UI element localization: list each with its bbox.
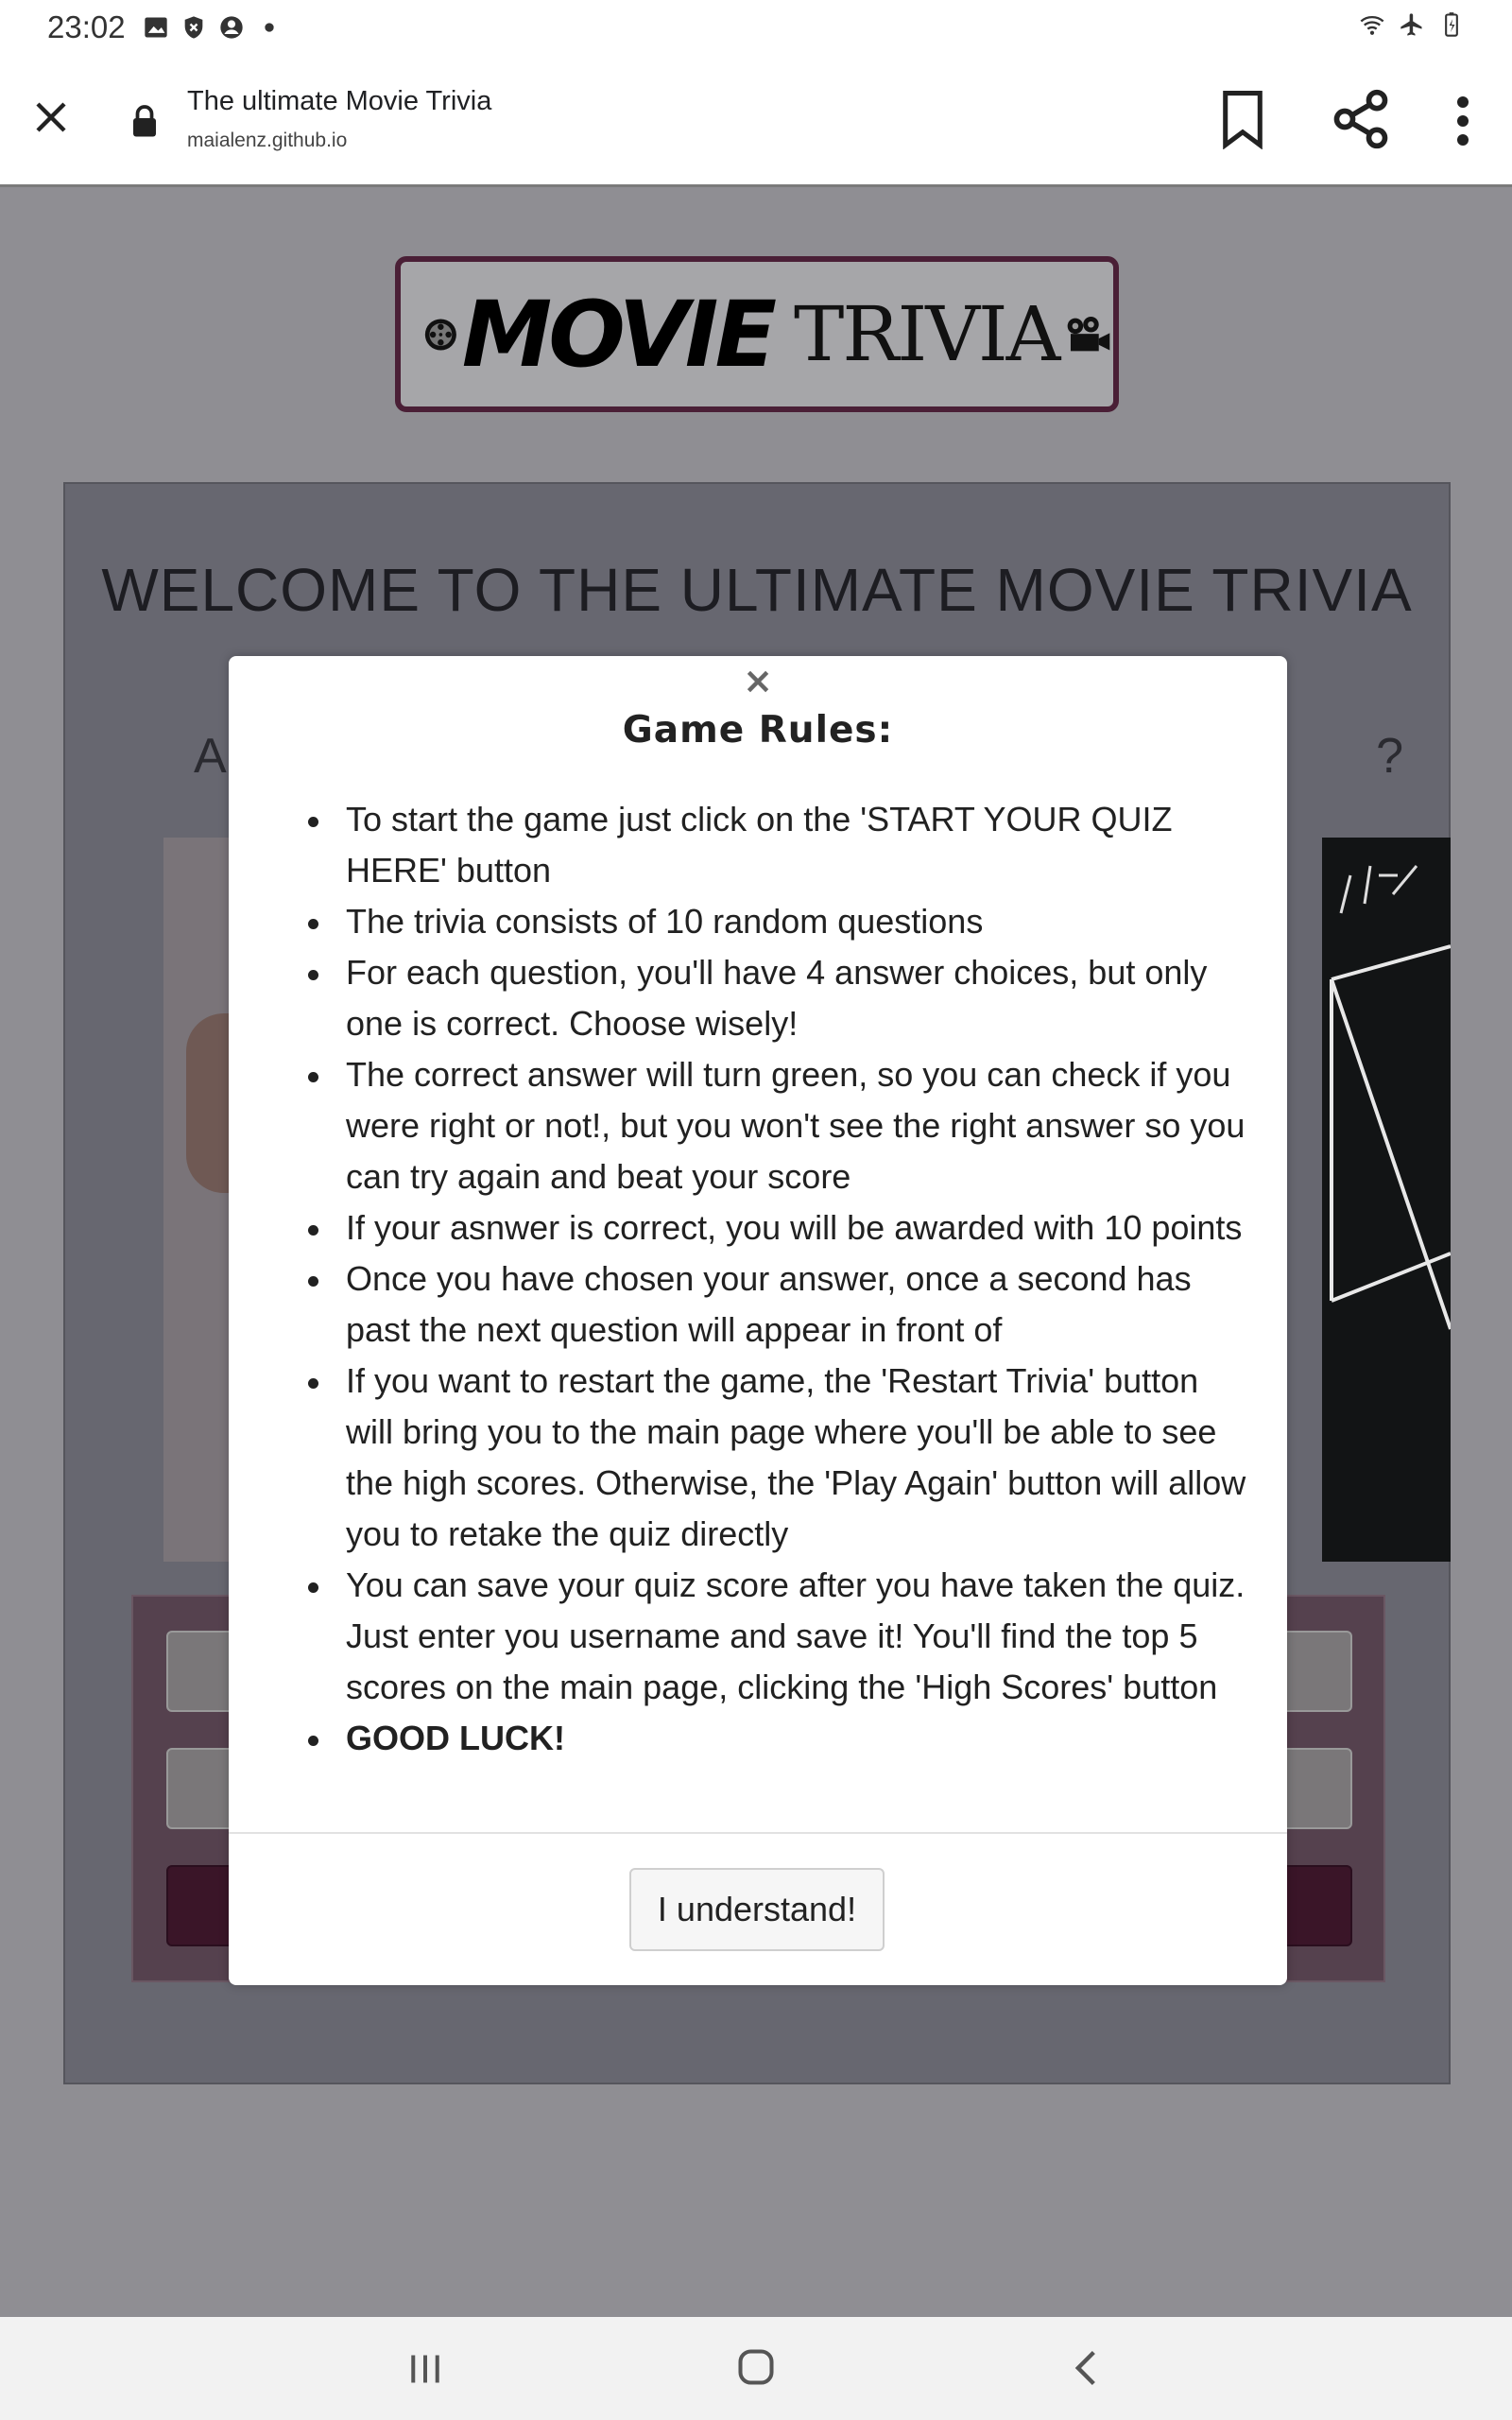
account-icon: [219, 16, 243, 39]
logo-movie-text: MOVIE: [461, 281, 777, 388]
home-icon[interactable]: [735, 2345, 777, 2389]
modal-close-icon[interactable]: ×: [741, 663, 775, 699]
rule-item: For each question, you'll have 4 answer …: [306, 947, 1251, 1049]
modal-title: Game Rules:: [622, 709, 894, 752]
movie-camera-icon: [1068, 316, 1110, 351]
dot-icon: [264, 23, 274, 32]
status-icons-left: [143, 14, 283, 41]
more-icon[interactable]: [1449, 93, 1477, 149]
battery-icon: [1445, 12, 1458, 37]
status-icons-right: [1359, 11, 1465, 38]
bookmark-icon[interactable]: [1216, 89, 1269, 149]
rule-item-good-luck: GOOD LUCK!: [306, 1713, 1251, 1764]
page-title[interactable]: The ultimate Movie Trivia: [187, 86, 491, 117]
welcome-heading: WELCOME TO THE ULTIMATE MOVIE TRIVIA: [101, 556, 1413, 624]
share-icon[interactable]: [1329, 87, 1393, 151]
rule-item: The trivia consists of 10 random questio…: [306, 896, 1251, 947]
rule-item: If you want to restart the game, the 'Re…: [306, 1356, 1251, 1560]
status-time: 23:02: [47, 9, 126, 44]
rule-item: You can save your quiz score after you h…: [306, 1560, 1251, 1713]
clapperboard-image: [1330, 865, 1451, 1330]
rule-item: To start the game just click on the 'STA…: [306, 794, 1251, 896]
lock-icon[interactable]: [129, 104, 160, 138]
modal-divider: [229, 1832, 1287, 1834]
image-icon: [144, 17, 167, 38]
airplane-icon: [1400, 13, 1422, 36]
close-icon[interactable]: [28, 95, 74, 140]
system-nav-bar: [0, 2317, 1512, 2420]
logo-trivia-text: TRIVIA: [794, 290, 1060, 378]
browser-toolbar: The ultimate Movie Trivia maialenz.githu…: [0, 55, 1512, 187]
game-rules-modal: × Game Rules: To start the game just cli…: [229, 656, 1287, 1985]
rules-list: To start the game just click on the 'STA…: [306, 794, 1251, 1764]
recent-apps-icon[interactable]: [404, 2350, 446, 2388]
site-logo[interactable]: MOVIE TRIVIA: [395, 256, 1119, 412]
rule-item: The correct answer will turn green, so y…: [306, 1049, 1251, 1202]
rule-item: Once you have chosen your answer, once a…: [306, 1253, 1251, 1356]
subtitle-left-fragment: A: [194, 729, 227, 784]
shield-icon: [184, 16, 202, 39]
subtitle-right-fragment: ?: [1376, 729, 1403, 784]
wifi-icon: [1360, 15, 1384, 35]
page-url[interactable]: maialenz.github.io: [187, 130, 347, 152]
i-understand-button[interactable]: I understand!: [629, 1868, 885, 1951]
film-reel-icon: [424, 318, 456, 351]
status-bar: 23:02: [0, 0, 1512, 55]
rule-item: If your asnwer is correct, you will be a…: [306, 1202, 1251, 1253]
back-icon[interactable]: [1068, 2347, 1106, 2389]
